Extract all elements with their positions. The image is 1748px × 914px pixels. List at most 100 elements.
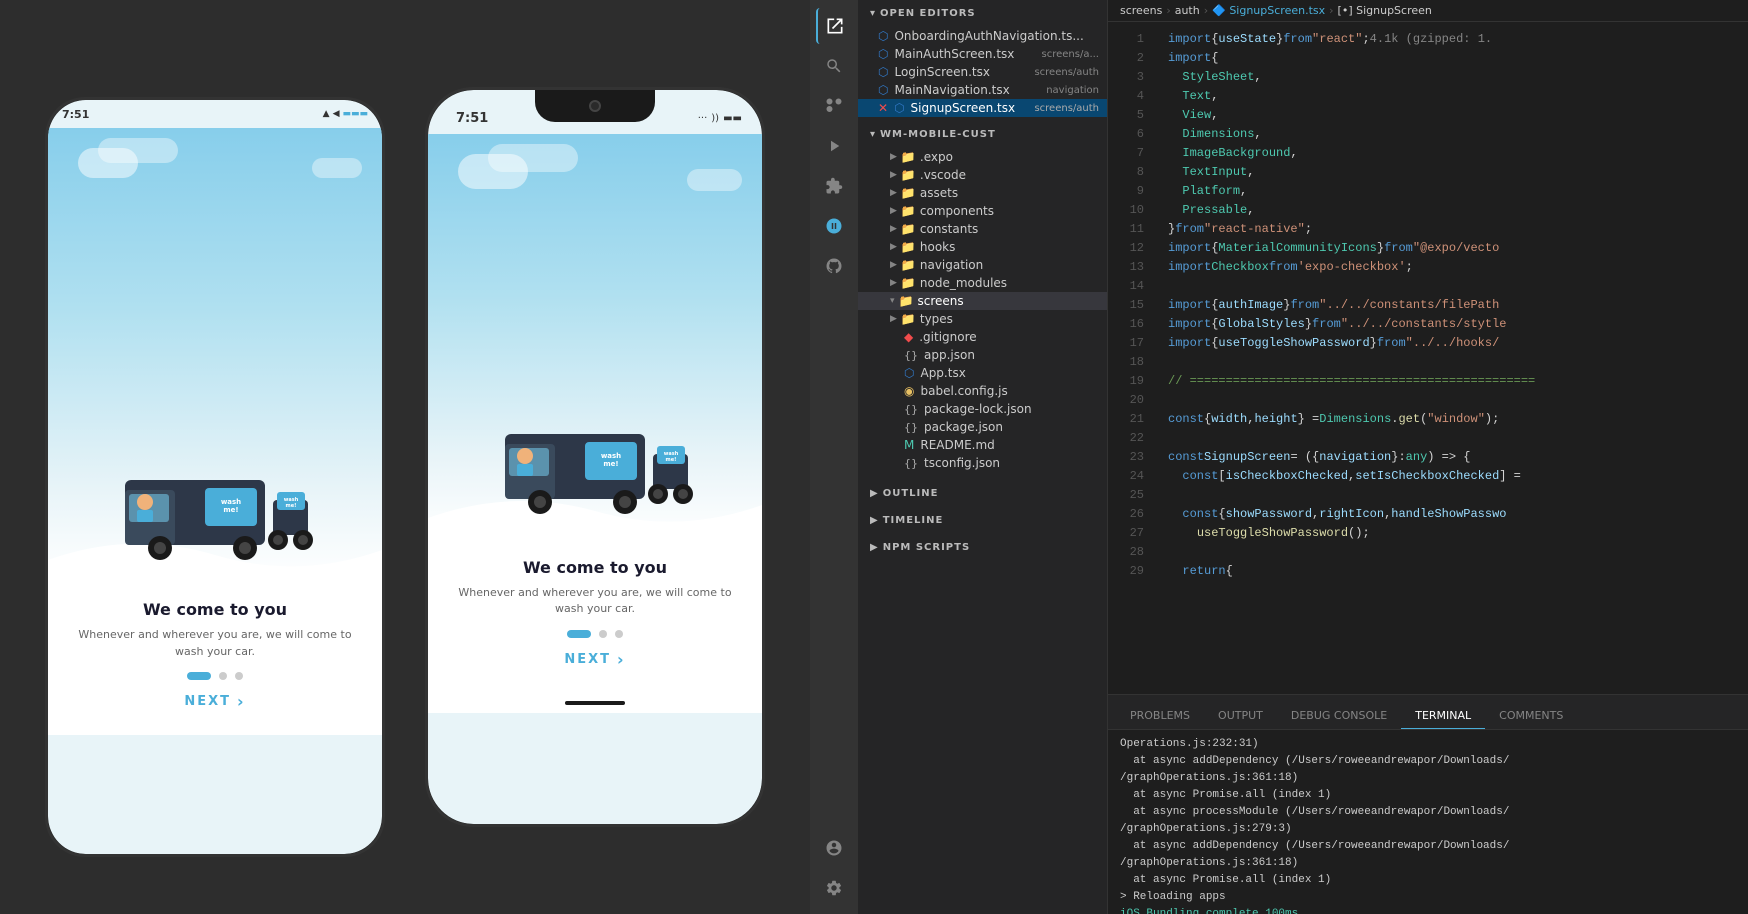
folder-icon-8: 📁: [901, 276, 916, 290]
iphone-next-button[interactable]: NEXT ›: [564, 650, 625, 669]
android-next-chevron: ›: [237, 692, 246, 711]
iphone-camera: [589, 100, 601, 112]
terminal-line-9: at async Promise.all (index 1): [1120, 872, 1736, 889]
panel-tabs: PROBLEMS OUTPUT DEBUG CONSOLE TERMINAL C…: [1108, 695, 1748, 730]
svg-text:me!: me!: [603, 460, 618, 468]
folder-constants[interactable]: ▶ 📁 constants: [858, 220, 1107, 238]
terminal-line-1: Operations.js:232:31): [1120, 736, 1736, 753]
iphone-dot-2: [599, 630, 607, 638]
open-editors-header[interactable]: ▾ OPEN EDITORS: [858, 0, 1107, 27]
ts-icon-4: ⬡: [878, 83, 888, 97]
file-MainAuthScreen[interactable]: ⬡ MainAuthScreen.tsx screens/a...: [858, 45, 1107, 63]
folder-icon-10: 📁: [901, 312, 916, 326]
run-icon[interactable]: [816, 128, 852, 164]
file-SignupScreen[interactable]: ✕ ⬡ SignupScreen.tsx screens/auth: [858, 99, 1107, 117]
file-package-lock[interactable]: {} package-lock.json: [858, 400, 1107, 418]
folder-icon-6: 📁: [901, 240, 916, 254]
terminal-line-2: at async addDependency (/Users/roweeandr…: [1120, 753, 1736, 770]
file-gitignore[interactable]: ◆ .gitignore: [858, 328, 1107, 346]
iphone-dot-3: [615, 630, 623, 638]
code-content[interactable]: import { useState } from "react"; 4.1k (…: [1156, 22, 1748, 694]
bottom-panel: PROBLEMS OUTPUT DEBUG CONSOLE TERMINAL C…: [1108, 694, 1748, 914]
iphone-time: 7:51: [448, 103, 488, 126]
svg-text:me!: me!: [223, 506, 238, 514]
npm-scripts-header[interactable]: ▶ NPM SCRIPTS: [858, 534, 1107, 561]
folder-icon-4: 📁: [901, 204, 916, 218]
tab-problems[interactable]: PROBLEMS: [1116, 703, 1204, 729]
folder-screens[interactable]: ▾ 📁 screens: [858, 292, 1107, 310]
android-next-button[interactable]: NEXT ›: [184, 692, 245, 711]
android-dot-2: [219, 672, 227, 680]
file-readme[interactable]: M README.md: [858, 436, 1107, 454]
svg-text:me!: me!: [666, 457, 677, 463]
folder-components[interactable]: ▶ 📁 components: [858, 202, 1107, 220]
tab-debug-console[interactable]: DEBUG CONSOLE: [1277, 703, 1401, 729]
file-tsconfig[interactable]: {} tsconfig.json: [858, 454, 1107, 472]
folder-icon-5: 📁: [901, 222, 916, 236]
file-babel[interactable]: ◉ babel.config.js: [858, 382, 1107, 400]
explorer-icon[interactable]: [816, 8, 852, 44]
close-icon[interactable]: ✕: [878, 101, 888, 115]
right-panel: ▾ OPEN EDITORS ⬡ OnboardingAuthNavigatio…: [810, 0, 1748, 914]
folder-icon-7: 📁: [901, 258, 916, 272]
ts-icon: ⬡: [878, 29, 888, 43]
folder-expo-chevron: ▶: [890, 152, 897, 162]
json-icon-3: {}: [904, 421, 918, 434]
extensions-icon[interactable]: [816, 168, 852, 204]
android-next-label: NEXT: [184, 694, 231, 709]
file-package[interactable]: {} package.json: [858, 418, 1107, 436]
iphone-next-chevron: ›: [617, 650, 626, 669]
android-dot-3: [235, 672, 243, 680]
search-icon[interactable]: [816, 48, 852, 84]
folder-icon-2: 📁: [901, 168, 916, 182]
ts-icon-3: ⬡: [878, 65, 888, 79]
file-OnboardingAuthNavigation[interactable]: ⬡ OnboardingAuthNavigation.ts...: [858, 27, 1107, 45]
file-LoginScreen[interactable]: ⬡ LoginScreen.tsx screens/auth: [858, 63, 1107, 81]
folder-node-modules[interactable]: ▶ 📁 node_modules: [858, 274, 1107, 292]
file-sidebar: ▾ OPEN EDITORS ⬡ OnboardingAuthNavigatio…: [858, 0, 1108, 914]
iphone-title: We come to you: [452, 558, 738, 577]
python-icon[interactable]: [816, 208, 852, 244]
android-hero: wash me! wash: [48, 128, 382, 580]
project-header[interactable]: ▾ WM-MOBILE-CUST: [858, 121, 1107, 148]
json-icon-2: {}: [904, 403, 918, 416]
tab-terminal[interactable]: TERMINAL: [1401, 703, 1485, 729]
android-dots: [187, 672, 243, 680]
file-app-json[interactable]: {} app.json: [858, 346, 1107, 364]
folder-hooks[interactable]: ▶ 📁 hooks: [858, 238, 1107, 256]
folder-navigation[interactable]: ▶ 📁 navigation: [858, 256, 1107, 274]
source-control-icon[interactable]: [816, 88, 852, 124]
account-icon[interactable]: [816, 830, 852, 866]
github-icon[interactable]: [816, 248, 852, 284]
terminal-line-5: at async processModule (/Users/roweeandr…: [1120, 804, 1736, 821]
file-app-tsx[interactable]: ⬡ App.tsx: [858, 364, 1107, 382]
timeline-header[interactable]: ▶ TIMELINE: [858, 507, 1107, 534]
folder-icon: 📁: [901, 150, 916, 164]
iphone-phone-content: We come to you Whenever and wherever you…: [428, 538, 762, 693]
terminal-line-11: iOS Bundling complete 100ms: [1120, 906, 1736, 914]
json-icon-4: {}: [904, 457, 918, 470]
iphone-dots: [567, 630, 623, 638]
settings-icon[interactable]: [816, 870, 852, 906]
open-editors-chevron: ▾: [870, 8, 876, 19]
js-icon: ◉: [904, 384, 914, 398]
android-status-bar: 7:51 ▲ ◀ ▬▬▬: [48, 100, 382, 128]
left-panel: 7:51 ▲ ◀ ▬▬▬: [0, 0, 810, 914]
folder-assets[interactable]: ▶ 📁 assets: [858, 184, 1107, 202]
tab-comments[interactable]: COMMENTS: [1485, 703, 1577, 729]
file-MainNavigation[interactable]: ⬡ MainNavigation.tsx navigation: [858, 81, 1107, 99]
activity-bar: [810, 0, 858, 914]
android-dot-1: [187, 672, 211, 680]
folder-vscode[interactable]: ▶ 📁 .vscode: [858, 166, 1107, 184]
iphone-status-right: ··· )) ▬▬: [698, 105, 742, 124]
md-icon: M: [904, 438, 914, 452]
folder-types[interactable]: ▶ 📁 types: [858, 310, 1107, 328]
outline-header[interactable]: ▶ OUTLINE: [858, 480, 1107, 507]
iphone-next-label: NEXT: [564, 652, 611, 667]
tab-output[interactable]: OUTPUT: [1204, 703, 1277, 729]
breadcrumb: screens › auth › 🔷 SignupScreen.tsx › [•…: [1108, 0, 1748, 22]
android-phone: 7:51 ▲ ◀ ▬▬▬: [45, 97, 385, 857]
folder-expo[interactable]: ▶ 📁 .expo: [858, 148, 1107, 166]
terminal-content[interactable]: Operations.js:232:31) at async addDepend…: [1108, 730, 1748, 914]
ts-icon-5: ⬡: [894, 101, 904, 115]
